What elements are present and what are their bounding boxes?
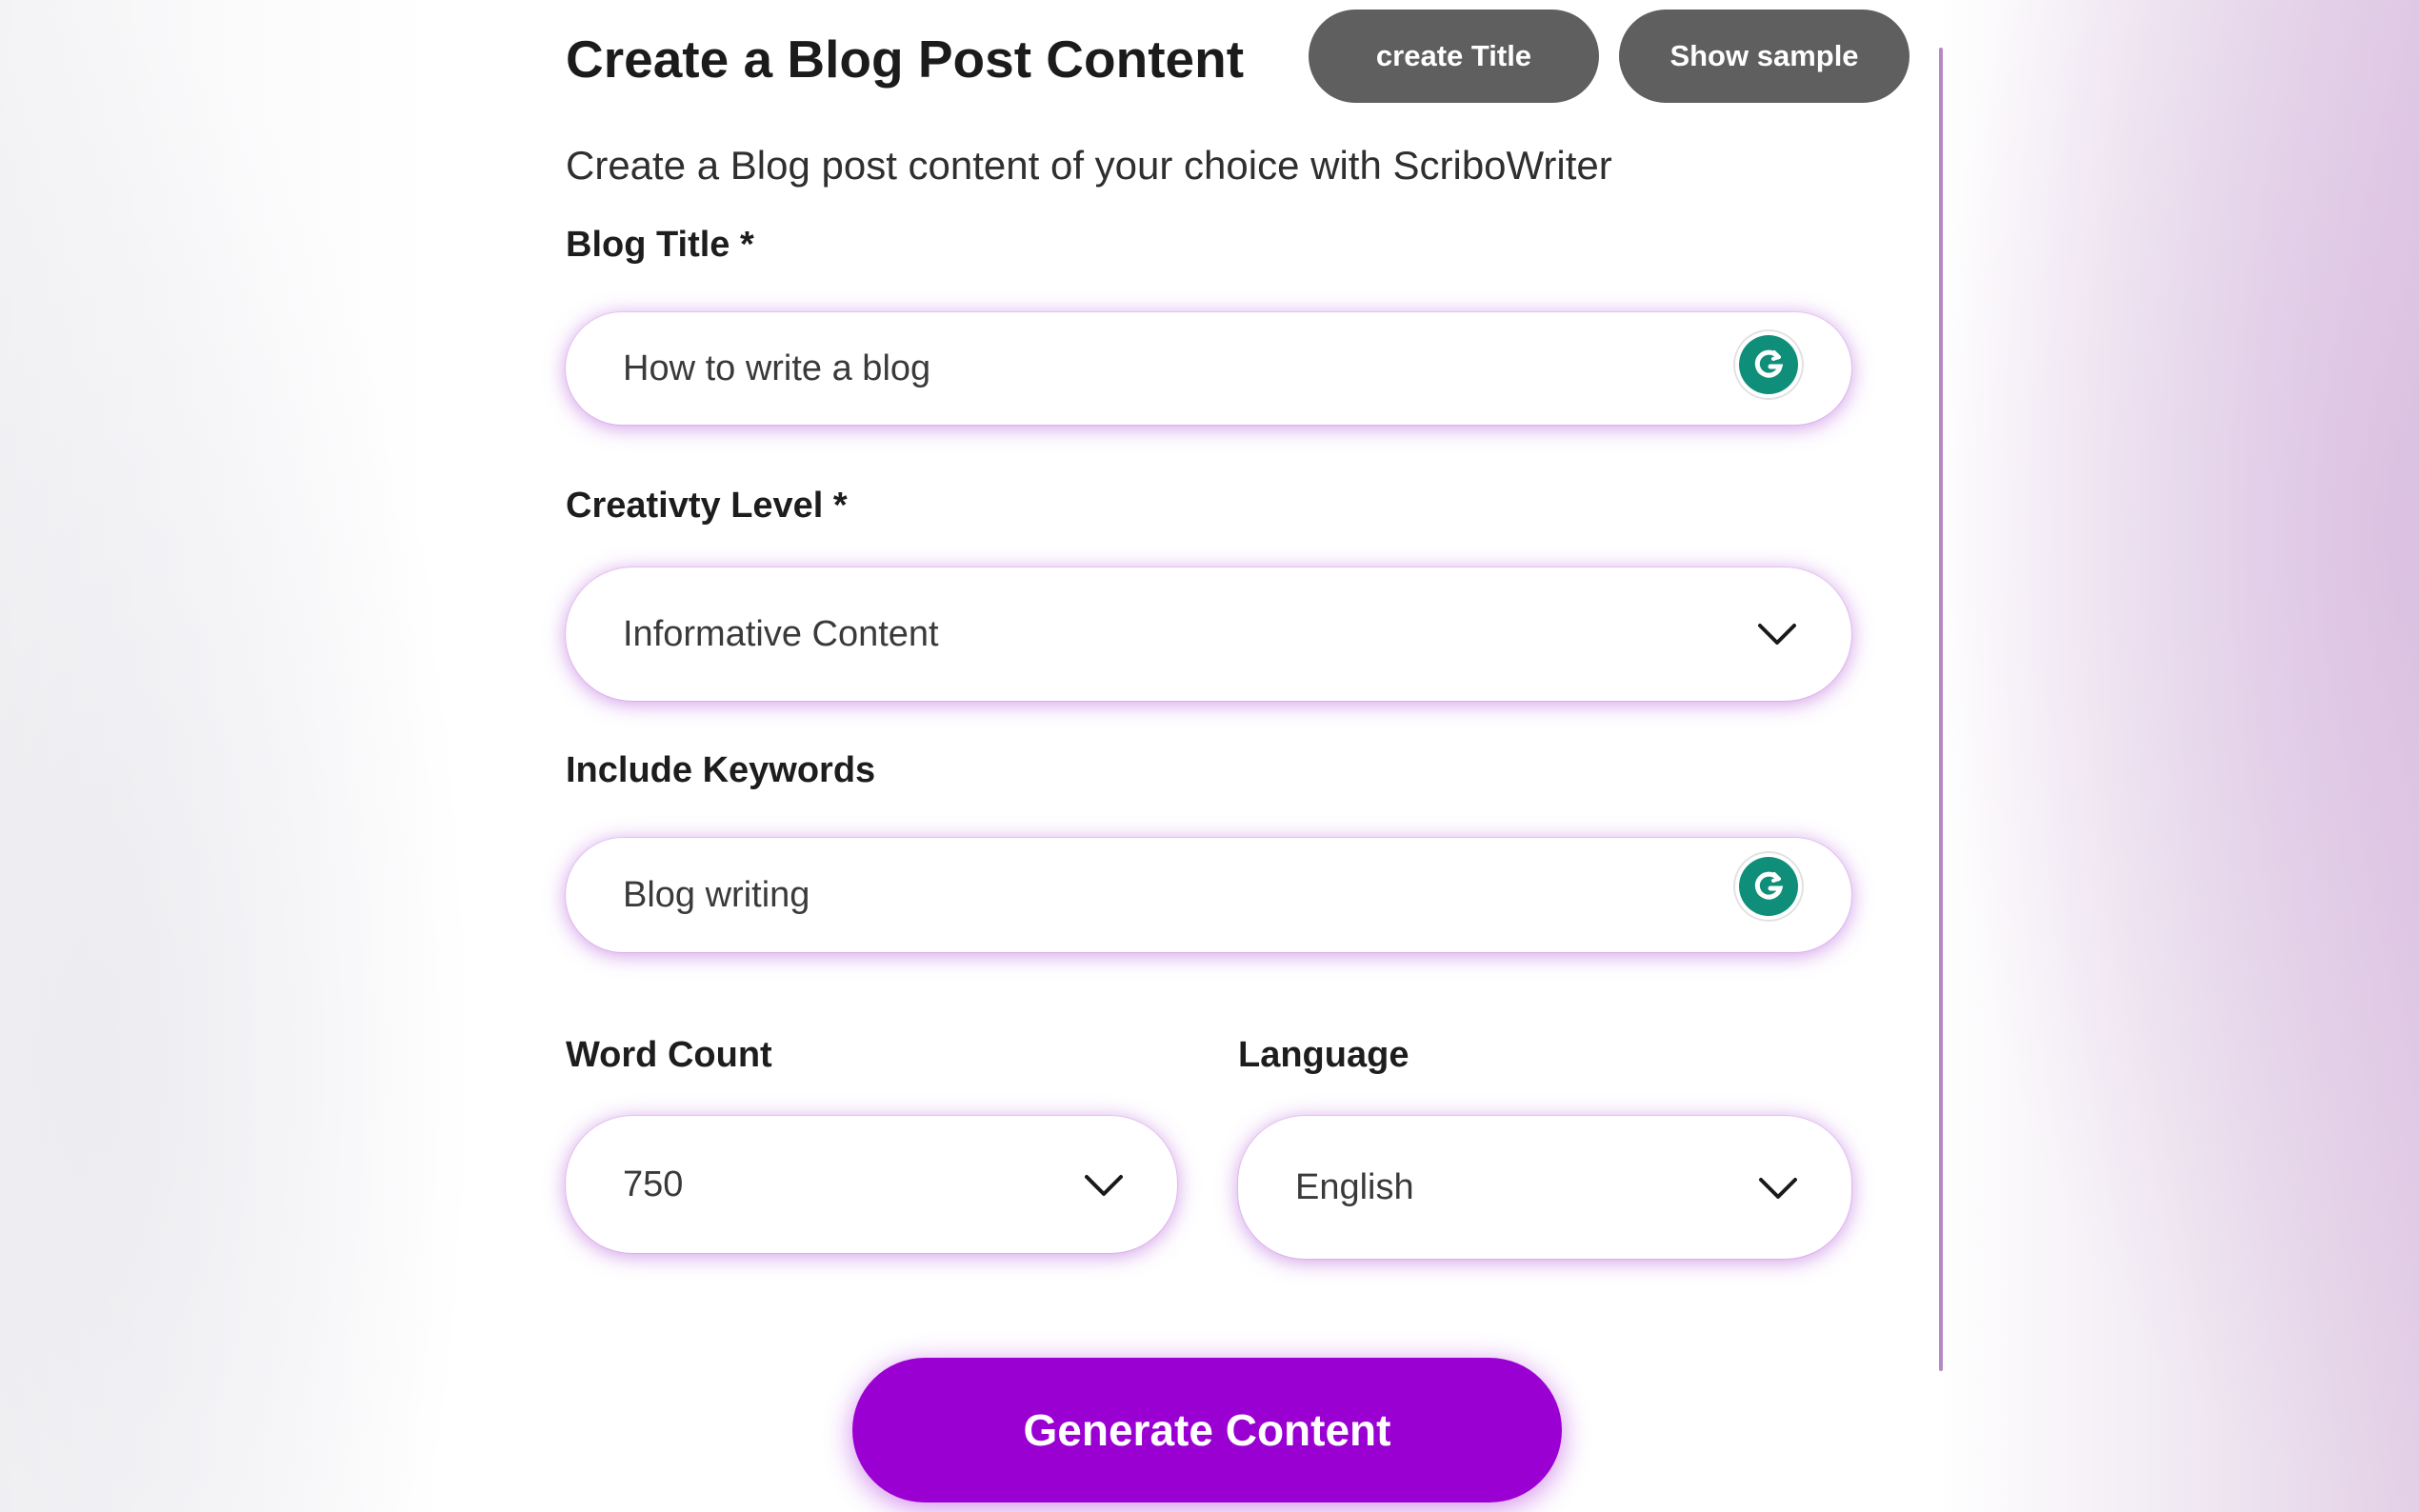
chevron-down-icon (1085, 1175, 1123, 1196)
chevron-down-icon (1758, 624, 1796, 645)
chevron-down-icon (1759, 1178, 1797, 1199)
word-count-value: 750 (623, 1164, 684, 1204)
background-right (1924, 0, 2419, 1512)
grammarly-icon[interactable] (1739, 335, 1798, 394)
scrollbar[interactable] (1939, 48, 1943, 1371)
keywords-value: Blog writing (623, 874, 810, 915)
blog-title-value: How to write a blog (623, 348, 931, 388)
blog-title-label: Blog Title * (566, 225, 754, 265)
language-select[interactable]: English (1238, 1116, 1851, 1259)
keywords-label: Include Keywords (566, 750, 876, 790)
word-count-label: Word Count (566, 1035, 772, 1075)
background-left (0, 0, 476, 1512)
creativity-level-value: Informative Content (623, 613, 939, 654)
create-title-button[interactable]: create Title (1309, 10, 1599, 103)
creativity-level-select[interactable]: Informative Content (566, 567, 1851, 701)
page-subtitle: Create a Blog post content of your choic… (566, 143, 1612, 188)
generate-content-button[interactable]: Generate Content (852, 1358, 1562, 1502)
creativity-level-label: Creativty Level * (566, 486, 848, 526)
word-count-select[interactable]: 750 (566, 1116, 1177, 1253)
show-sample-button[interactable]: Show sample (1619, 10, 1909, 103)
page-title: Create a Blog Post Content (566, 30, 1245, 89)
grammarly-icon[interactable] (1739, 857, 1798, 916)
keywords-input[interactable]: Blog writing (566, 838, 1851, 952)
blog-title-input[interactable]: How to write a blog (566, 312, 1851, 425)
language-value: English (1295, 1166, 1414, 1207)
language-label: Language (1238, 1035, 1409, 1075)
